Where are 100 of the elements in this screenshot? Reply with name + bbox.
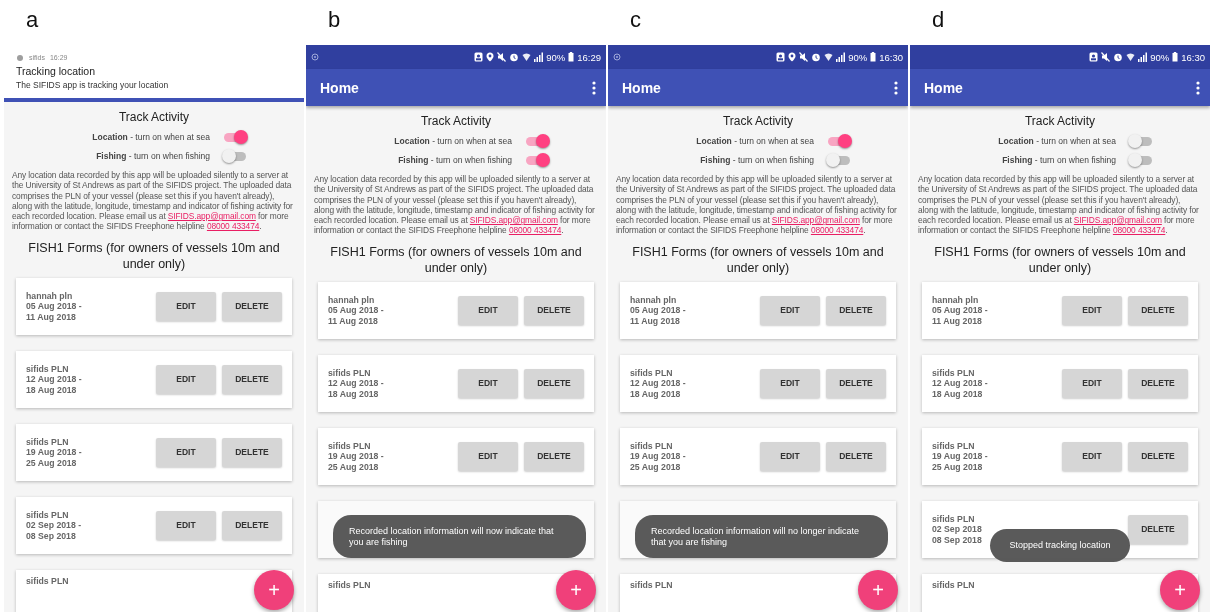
edit-button[interactable]: EDIT [1062,368,1122,398]
email-link[interactable]: SIFIDS.app@gmail.com [1073,215,1162,226]
toast-message: Stopped tracking location [990,529,1130,562]
edit-button[interactable]: EDIT [760,368,820,398]
wifi-icon [1126,52,1136,62]
switch-label: Fishing - turn on when fishing [1001,154,1116,165]
edit-button[interactable]: EDIT [458,295,518,325]
date-text: 19 Aug 2018 - [932,451,988,462]
battery-icon [870,52,877,62]
date-text: 05 Aug 2018 - [932,305,988,316]
signal-bars-icon [534,52,544,62]
edit-button[interactable]: EDIT [156,364,216,394]
wifi-icon [522,52,532,62]
vessel-name: sifids PLN [630,367,674,379]
vessel-name: hannah pln [932,294,980,306]
app-title: Home [320,79,359,96]
vessel-name: sifids PLN [630,579,673,591]
toggle-switch[interactable] [222,147,248,164]
date-text: 18 Aug 2018 [630,388,682,400]
vessel-name: sifids PLN [932,513,976,525]
delete-button[interactable]: DELETE [222,291,282,321]
date-text: 18 Aug 2018 [328,388,380,400]
location-pin-icon [788,52,797,62]
delete-button[interactable]: DELETE [524,295,584,325]
add-button[interactable]: + [858,570,898,610]
contact-icon [776,52,786,62]
email-link[interactable]: SIFIDS.app@gmail.com [771,215,860,226]
toggle-switch[interactable] [524,151,550,168]
edit-button[interactable]: EDIT [458,368,518,398]
date-text: 12 Aug 2018 - [630,378,686,389]
date-text: 11 Aug 2018 [932,315,983,327]
notification-title: Tracking location [16,64,96,77]
section-title: Track Activity [419,114,493,128]
section-title: FISH1 Forms (for owners of vessels 10m and under only) [329,243,583,276]
menu-button[interactable] [892,79,900,96]
delete-button[interactable]: DELETE [826,441,886,471]
delete-button[interactable]: DELETE [222,364,282,394]
vessel-name: sifids PLN [932,579,975,591]
delete-button[interactable]: DELETE [1128,441,1188,471]
vessel-name: hannah pln [630,294,678,306]
status-time: 16:30 [879,51,903,63]
edit-button[interactable]: EDIT [458,441,518,471]
switch-label: Fishing - turn on when fishing [397,154,512,165]
signal-bars-icon [836,52,846,62]
edit-button[interactable]: EDIT [1062,441,1122,471]
toggle-switch[interactable] [826,132,852,149]
edit-button[interactable]: EDIT [156,291,216,321]
toggle-switch[interactable] [1128,132,1154,149]
delete-button[interactable]: DELETE [222,437,282,467]
add-button[interactable]: + [556,570,596,610]
date-text: 08 Sep 2018 [26,530,77,542]
delete-button[interactable]: DELETE [826,295,886,325]
battery-icon [1172,52,1179,62]
info-paragraph: Any location data recorded by this app will be uploaded silently to a server at the University of St Andrews as part of the SIFIDS project. The uploaded data comprises the PLN of your vessel (please set this if you haven't already), along with the latitude, longitude, timestamp and indicator of fishing activity for each recorded location. Please email us at SIFIDS.app@gmail.com for more information or contact the SIFIDS Freephone helpline 08000 433474. [616,174,898,236]
delete-button[interactable]: DELETE [524,368,584,398]
info-paragraph: Any location data recorded by this app will be uploaded silently to a server at the University of St Andrews as part of the SIFIDS project. The uploaded data comprises the PLN of your vessel (please set this if you haven't already), along with the latitude, longitude, timestamp and indicator of fishing activity for each recorded location. Please email us at SIFIDS.app@gmail.com for more information or contact the SIFIDS Freephone helpline 08000 433474. [918,174,1200,236]
add-button[interactable]: + [1160,570,1200,610]
notification-text: The SIFIDS app is tracking your location [16,79,170,90]
mute-icon [1101,52,1111,62]
menu-icon [892,79,900,96]
toggle-switch[interactable] [524,132,550,149]
date-text: 25 Aug 2018 [932,461,984,473]
date-text: 19 Aug 2018 - [328,451,384,462]
delete-button[interactable]: DELETE [222,510,282,540]
toggle-switch[interactable] [826,151,852,168]
date-text: 19 Aug 2018 - [630,451,686,462]
delete-button[interactable]: DELETE [1128,295,1188,325]
edit-button[interactable]: EDIT [760,441,820,471]
email-link[interactable]: SIFIDS.app@gmail.com [469,215,558,226]
menu-button[interactable] [590,79,598,96]
edit-button[interactable]: EDIT [156,437,216,467]
location-pin-icon [486,52,495,62]
status-time: 16:30 [1181,51,1205,63]
menu-icon [590,79,598,96]
section-title: FISH1 Forms (for owners of vessels 10m and under only) [631,243,885,276]
date-text: 11 Aug 2018 [26,311,77,323]
section-title: Track Activity [117,110,191,124]
date-text: 12 Aug 2018 - [328,378,384,389]
switch-label: Location - turn on when at sea [91,131,210,142]
panel-label: c [629,6,641,34]
edit-button[interactable]: EDIT [156,510,216,540]
menu-button[interactable] [1194,79,1202,96]
switch-label: Fishing - turn on when fishing [699,154,814,165]
section-title: Track Activity [721,114,795,128]
delete-button[interactable]: DELETE [1128,514,1188,544]
edit-button[interactable]: EDIT [1062,295,1122,325]
toggle-switch[interactable] [222,128,248,145]
date-text: 11 Aug 2018 [630,315,681,327]
app-title: Home [924,79,963,96]
contact-icon [474,52,484,62]
email-link[interactable]: SIFIDS.app@gmail.com [167,211,256,222]
battery-percent: 90% [848,51,868,63]
toggle-switch[interactable] [1128,151,1154,168]
edit-button[interactable]: EDIT [760,295,820,325]
delete-button[interactable]: DELETE [826,368,886,398]
menu-icon [1194,79,1202,96]
delete-button[interactable]: DELETE [1128,368,1188,398]
vessel-name: sifids PLN [26,575,69,587]
delete-button[interactable]: DELETE [524,441,584,471]
signal-bars-icon [1138,52,1148,62]
